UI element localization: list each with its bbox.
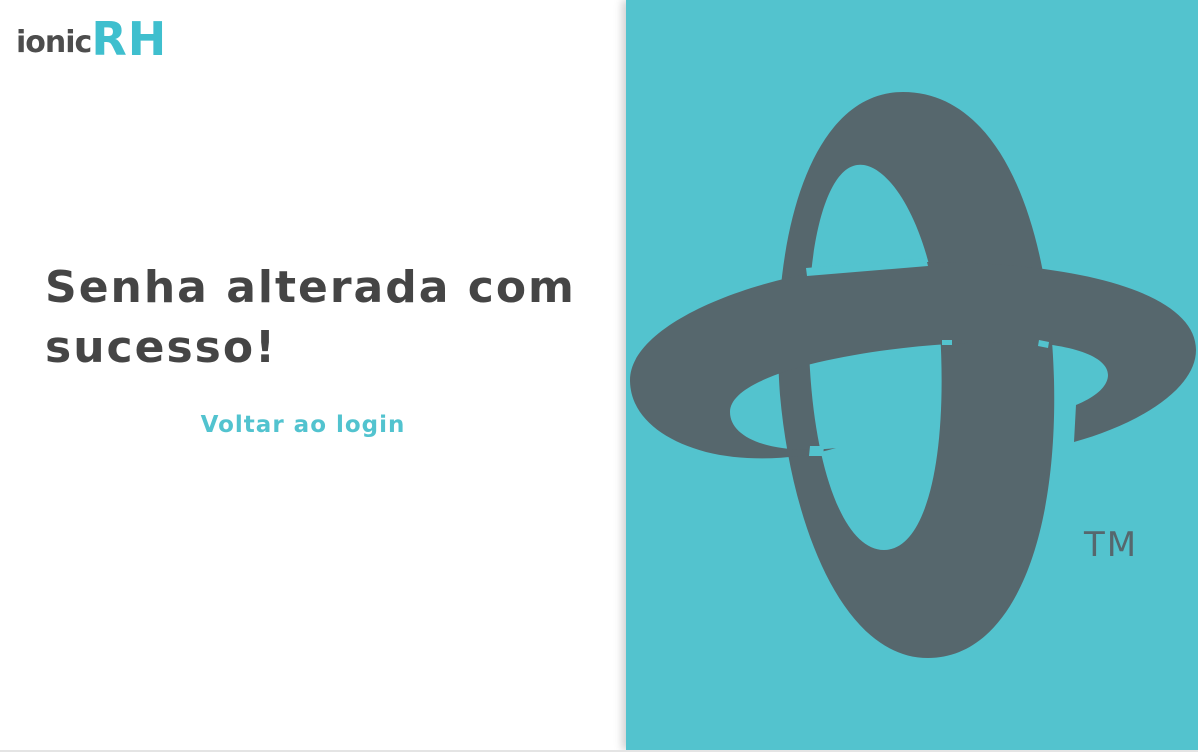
- brand-panel: TM: [626, 0, 1198, 750]
- left-panel: ionic RH Senha alterada com sucesso! Vol…: [0, 0, 626, 750]
- logo-prefix: ionic: [16, 25, 92, 60]
- trademark-label: TM: [1083, 525, 1138, 565]
- success-message: Senha alterada com sucesso!: [45, 262, 576, 373]
- ionic-orbit-logo-icon: TM: [630, 92, 1196, 658]
- back-to-login-link[interactable]: Voltar ao login: [0, 412, 606, 438]
- ionicrh-logo: ionic RH: [16, 10, 167, 62]
- logo-suffix: RH: [91, 12, 168, 66]
- vertical-ring-shape: [778, 92, 1055, 658]
- horizontal-ring-shape: [630, 262, 1196, 459]
